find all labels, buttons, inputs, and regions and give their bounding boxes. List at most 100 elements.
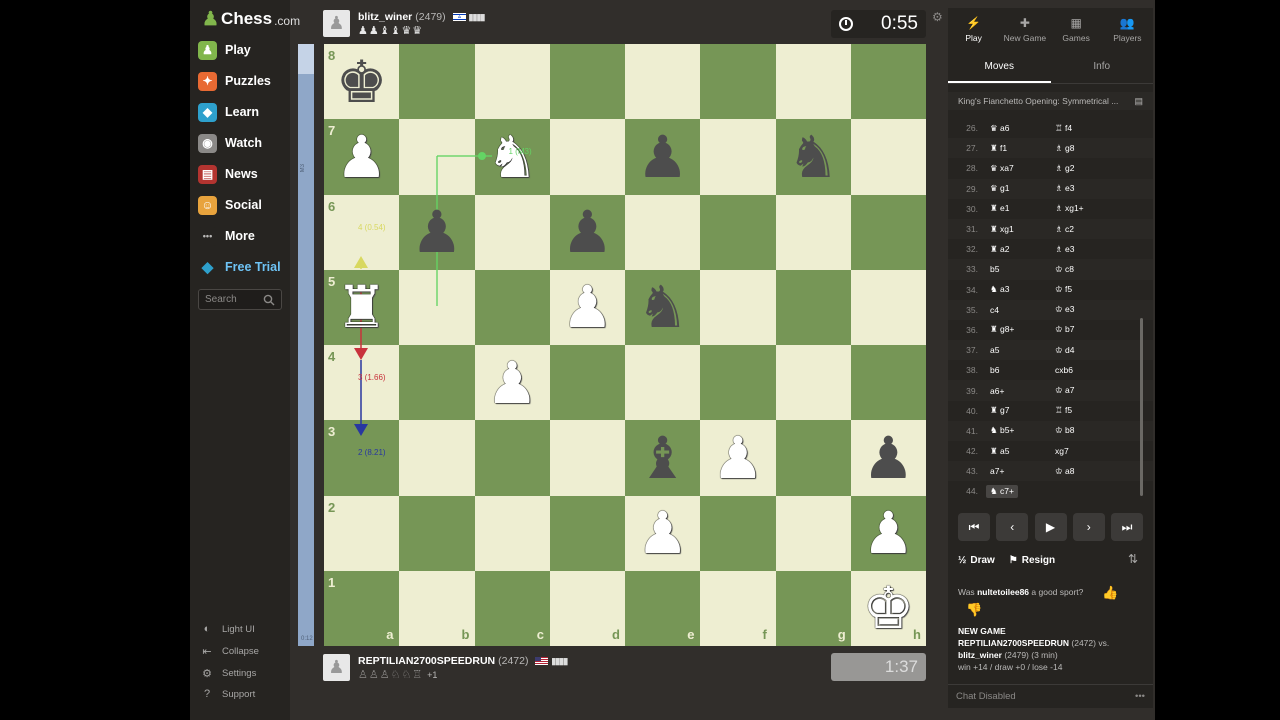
square-c6[interactable] [474,194,550,270]
black-move[interactable]: ♗ g2 [1049,163,1119,174]
thumbs-up-icon[interactable]: 👍 [1102,585,1118,601]
square-h6[interactable] [850,194,926,270]
piece-white-a7[interactable]: ♟ [324,119,399,194]
square-g5[interactable] [775,269,851,345]
avatar[interactable]: ♟ [323,654,350,681]
square-e8[interactable] [625,44,701,120]
chess-board[interactable]: 8 7 6 5 4 3 2 1 a b c d e f g h ♚ ♟ ♞ ♟ ♞ ♟ ♟ ♜ ♟ ♞ ♟ ♝ ♟ ♟ ♟ ♟ ♚ 1 (M3) 4… [324,44,926,646]
top-player-name-row[interactable]: blitz_winer (2479) ▮▮▮▮ [358,11,485,23]
square-f4[interactable] [700,345,776,421]
new-game-notice[interactable]: NEW GAME REPTILIAN2700SPEEDRUN (2472) vs… [958,625,1109,673]
subtab-moves[interactable]: Moves [948,56,1051,83]
black-move[interactable]: ♔ f5 [1049,284,1119,295]
black-move[interactable]: ♔ a7 [1049,385,1119,396]
white-move[interactable]: ♞ c7+ [986,484,1018,498]
square-g2[interactable] [775,495,851,571]
square-b4[interactable] [399,345,475,421]
sidebar-item-more[interactable]: ••• More [198,224,255,248]
tab-players[interactable]: 👥 Players [1102,8,1153,50]
white-move[interactable]: ♜ f1 [984,143,1049,154]
white-move[interactable]: b6 [984,365,1049,375]
piece-white-h2[interactable]: ♟ [851,496,926,571]
square-d4[interactable] [549,345,625,421]
piece-white-h1[interactable]: ♚ [851,571,926,646]
white-move[interactable]: c4 [984,305,1049,315]
square-a6[interactable] [324,194,400,270]
piece-black-d6[interactable]: ♟ [550,195,625,270]
flip-board-icon[interactable]: ⇅ [1128,552,1138,566]
more-options-icon[interactable]: ••• [1135,691,1145,702]
piece-black-b6[interactable]: ♟ [399,195,474,270]
bottom-player-name[interactable]: REPTILIAN2700SPEEDRUN [358,655,495,667]
square-c5[interactable] [474,269,550,345]
sidebar-item-play[interactable]: ♟ Play [198,38,251,62]
white-move[interactable]: ♜ e1 [984,203,1049,214]
move-list-scrollbar[interactable] [1140,118,1143,496]
tab-games[interactable]: ▦ Games [1051,8,1102,50]
square-f5[interactable] [700,269,776,345]
tab-new-game[interactable]: ✚ New Game [999,8,1050,50]
sidebar-item-puzzles[interactable]: ✦ Puzzles [198,69,271,93]
piece-black-e7[interactable]: ♟ [625,119,700,194]
square-e6[interactable] [625,194,701,270]
black-move[interactable]: ♔ e3 [1049,304,1119,315]
white-move[interactable]: ♜ a5 [984,446,1049,457]
piece-white-d5[interactable]: ♟ [550,270,625,345]
square-d3[interactable] [549,420,625,496]
white-move[interactable]: ♜ a2 [984,244,1049,255]
black-move[interactable]: ♖ f4 [1049,123,1119,134]
black-move[interactable]: ♔ b8 [1049,425,1119,436]
square-b7[interactable] [399,119,475,195]
avatar[interactable]: ♟ [323,10,350,37]
search-input[interactable]: Search [198,289,282,310]
chess-logo[interactable]: ♟ Chess .com [202,6,300,32]
next-move-button[interactable]: › [1072,513,1105,541]
sidebar-item-learn[interactable]: ◆ Learn [198,100,259,124]
move-list[interactable]: 26. ♛ a6 ♖ f4 27. ♜ f1 ♗ g8 28. ♛ xa7 ♗ g2 29. ♛ g… [948,118,1153,500]
piece-white-c4[interactable]: ♟ [475,345,550,420]
square-d8[interactable] [549,44,625,120]
white-move[interactable]: ♞ b5+ [984,425,1049,436]
square-f7[interactable] [700,119,776,195]
piece-black-e3[interactable]: ♝ [625,420,700,495]
black-move[interactable]: xg7 [1049,446,1119,456]
white-move[interactable]: a7+ [984,466,1049,476]
white-move[interactable]: ♛ xa7 [984,163,1049,174]
black-move[interactable]: ♗ xg1+ [1049,203,1119,214]
square-f2[interactable] [700,495,776,571]
square-e4[interactable] [625,345,701,421]
piece-white-a5[interactable]: ♜ [324,270,399,345]
square-g3[interactable] [775,420,851,496]
square-f6[interactable] [700,194,776,270]
piece-white-c7[interactable]: ♞ [475,119,550,194]
sidebar-footer-light-ui[interactable]: ◐ Light UI [200,620,255,638]
piece-white-f3[interactable]: ♟ [700,420,775,495]
piece-white-e2[interactable]: ♟ [625,496,700,571]
black-move[interactable]: ♔ a8 [1049,466,1119,477]
square-b5[interactable] [399,269,475,345]
play-button[interactable]: ▶ [1034,513,1067,541]
square-c2[interactable] [474,495,550,571]
square-h5[interactable] [850,269,926,345]
black-move[interactable]: cxb6 [1049,365,1119,375]
first-move-button[interactable]: ⏮ [958,513,990,541]
square-h7[interactable] [850,119,926,195]
white-move[interactable]: ♞ a3 [984,284,1049,295]
piece-black-g7[interactable]: ♞ [776,119,851,194]
square-h4[interactable] [850,345,926,421]
black-move[interactable]: ♗ e3 [1049,183,1119,194]
square-a4[interactable] [324,345,400,421]
white-move[interactable]: b5 [984,264,1049,274]
black-move[interactable]: ♔ d4 [1049,345,1119,356]
last-move-button[interactable]: ⏭ [1111,513,1143,541]
square-a3[interactable] [324,420,400,496]
sidebar-footer-support[interactable]: ? Support [200,685,255,703]
square-d7[interactable] [549,119,625,195]
sidebar-item-social[interactable]: ☺ Social [198,193,262,217]
black-move[interactable]: ♗ g8 [1049,143,1119,154]
white-move[interactable]: a5 [984,345,1049,355]
opening-name-row[interactable]: King's Fianchetto Opening: Symmetrical .… [948,92,1153,110]
square-b2[interactable] [399,495,475,571]
sidebar-item-news[interactable]: ▤ News [198,162,258,186]
black-move[interactable]: ♔ b7 [1049,324,1119,335]
